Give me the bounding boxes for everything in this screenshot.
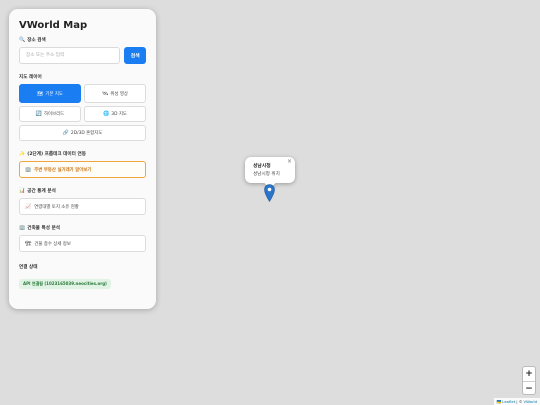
map-marker-icon[interactable] xyxy=(264,184,275,202)
zoom-control: + − xyxy=(522,366,536,395)
search-section-label: 🔍 장소 검색 xyxy=(19,37,46,43)
link-icon: 🔗 xyxy=(62,130,69,136)
real-estate-price-button[interactable]: 🏢 주변 부동산 실거래가 알아보기 xyxy=(19,161,146,178)
trend-chart-icon: 📈 xyxy=(25,203,32,210)
sparkle-icon: ✨ xyxy=(19,151,26,157)
connection-status-badge: API 연결됨 (1023165039.neocities.org) xyxy=(19,279,111,289)
satellite-icon: 🛰 xyxy=(102,90,109,97)
building-section-label: 🏢 건축물 특성 분석 xyxy=(19,225,61,231)
search-button[interactable]: 검색 xyxy=(124,47,146,64)
map-icon: 🗺 xyxy=(37,90,44,97)
bar-chart-icon: 📊 xyxy=(19,188,26,194)
search-row: 검색 xyxy=(19,47,146,64)
building-icon: 🏢 xyxy=(25,166,32,173)
data-link-section-label: ✨ (2단계) 프롭테크 데이터 연동 xyxy=(19,151,86,157)
layer-3d-button[interactable]: 🌐 3D 지도 xyxy=(84,106,146,122)
attribution-separator: | © xyxy=(516,399,523,404)
ukraine-flag-icon: 🇺🇦 xyxy=(496,399,502,404)
office-icon: 🏢 xyxy=(19,225,26,231)
floors-icon: 🏗 xyxy=(25,240,32,247)
hybrid-icon: 🔄 xyxy=(35,111,43,117)
layer-satellite-button[interactable]: 🛰 위성 영상 xyxy=(84,84,146,103)
layer-grid: 🗺 기본 지도 🛰 위성 영상 🔄 하이브리드 🌐 3D 지도 🔗 2D/3D … xyxy=(19,84,146,141)
popup-subtitle: 성남시청 위치 xyxy=(253,172,280,177)
zoom-out-button[interactable]: − xyxy=(523,381,535,395)
zoom-in-button[interactable]: + xyxy=(523,367,535,381)
globe-icon: 🌐 xyxy=(103,111,110,117)
building-floors-button[interactable]: 🏗 건물 층수 상세 정보 xyxy=(19,235,146,252)
leaflet-link[interactable]: Leaflet xyxy=(502,399,515,404)
map-attribution: 🇺🇦 Leaflet | © VWorld xyxy=(493,398,540,405)
connection-section-label: 연결 상태 xyxy=(19,265,38,270)
land-ownership-button[interactable]: 📈 연령대별 토지 소유 현황 xyxy=(19,198,146,215)
layer-section-label: 지도 레이어 xyxy=(19,75,42,80)
stats-section-label: 📊 공간 통계 분석 xyxy=(19,188,56,194)
magnifier-icon: 🔍 xyxy=(19,37,26,43)
layer-hybrid-button[interactable]: 🔄 하이브리드 xyxy=(19,106,81,122)
layer-basic-button[interactable]: 🗺 기본 지도 xyxy=(19,84,81,103)
search-input[interactable] xyxy=(19,47,121,64)
marker-popup: × 성남시청 성남시청 위치 xyxy=(245,157,295,189)
vworld-link[interactable]: VWorld xyxy=(524,399,537,404)
close-icon[interactable]: × xyxy=(287,158,292,165)
panel-title: VWorld Map xyxy=(19,20,88,31)
control-panel: VWorld Map 🔍 장소 검색 검색 지도 레이어 🗺 기본 지도 🛰 위… xyxy=(9,9,156,309)
layer-2d3d-button[interactable]: 🔗 2D/3D 혼합지도 xyxy=(19,125,146,141)
popup-title: 성남시청 xyxy=(253,164,271,169)
